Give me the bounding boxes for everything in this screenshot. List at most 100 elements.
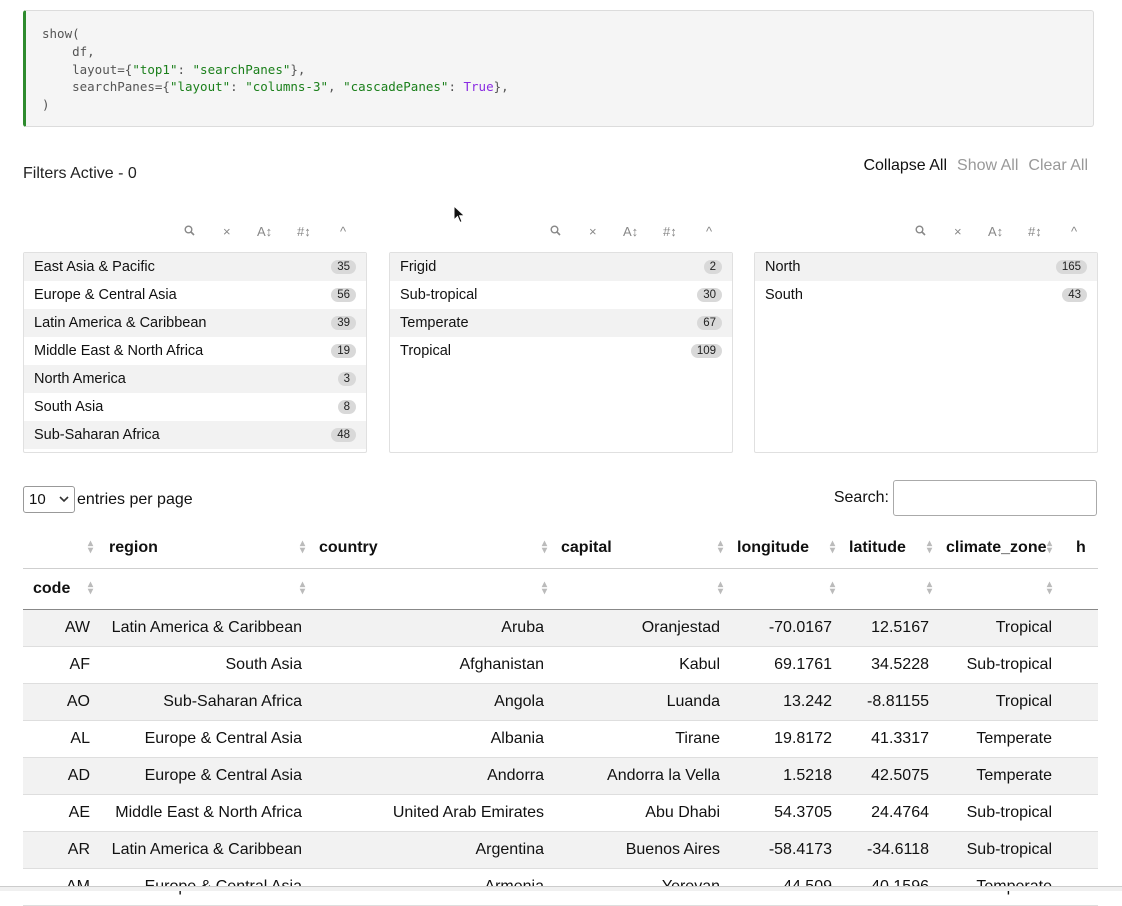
pane-controls: Collapse All Show All Clear All [858, 157, 1093, 175]
pane-option-count-badge: 56 [331, 288, 356, 302]
sort-count-icon[interactable]: #↕ [1028, 224, 1042, 239]
search-icon[interactable] [915, 224, 926, 239]
table-header-row: ▴ ▾ region ▴ ▾ country ▴ ▾ capital ▴ ▾ longitude ▴ ▾ l… [23, 528, 1098, 569]
page-length-value: 10 [29, 491, 46, 508]
clear-icon[interactable]: × [954, 224, 962, 239]
sort-arrows-icon: ▴ ▾ [541, 538, 547, 556]
pane-option[interactable]: Tropical 109 [390, 337, 732, 365]
table-cell: Kabul [679, 656, 720, 673]
column-header-index[interactable]: ▴ ▾ [23, 528, 99, 568]
sort-count-icon[interactable]: #↕ [297, 224, 311, 239]
pane-option-label: South [765, 287, 803, 303]
table-row[interactable]: AW Latin America & Caribbean Aruba Oranjest… [23, 610, 1098, 647]
page-length-select[interactable]: 10 [23, 486, 75, 513]
table-row[interactable]: AR Latin America & Caribbean Argentina Buen… [23, 832, 1098, 869]
column-header-region[interactable]: region ▴ ▾ [99, 528, 311, 568]
pane-option-count-badge: 48 [331, 428, 356, 442]
sort-arrows-icon: ▴ ▾ [299, 579, 305, 597]
search-pane-3: × A↕ #↕ ^ North 165 South 43 [754, 222, 1098, 453]
pane-option[interactable]: South Asia 8 [24, 393, 366, 421]
chevron-down-icon [59, 496, 69, 503]
collapse-all-button[interactable]: Collapse All [858, 157, 952, 175]
table-row[interactable]: AE Middle East & North Africa United Arab … [23, 795, 1098, 832]
pane-options-list: East Asia & Pacific 35 Europe & Central As… [23, 252, 367, 453]
sort-arrows-icon: ▴ ▾ [829, 538, 835, 556]
pane-option[interactable]: East Asia & Pacific 35 [24, 253, 366, 281]
search-icon[interactable] [184, 224, 195, 239]
column-header-climate-zone[interactable]: climate_zone ▴ ▾ [938, 528, 1058, 568]
table-row[interactable]: AO Sub-Saharan Africa Angola Luanda 13.242 -8… [23, 684, 1098, 721]
table-cell: AE [68, 804, 90, 821]
column-header-h[interactable]: h [1058, 528, 1098, 568]
collapse-icon[interactable]: ^ [340, 224, 346, 239]
table-row[interactable]: AD Europe & Central Asia Andorra Andorra la… [23, 758, 1098, 795]
pane-option[interactable]: Temperate 67 [390, 309, 732, 337]
table-cell: 19.8172 [774, 730, 832, 747]
index-header-empty[interactable]: ▴ ▾ [553, 569, 729, 609]
sort-arrows-icon: ▴ ▾ [926, 538, 932, 556]
pane-option[interactable]: South 43 [755, 281, 1097, 309]
table-cell: Sub-tropical [966, 656, 1052, 673]
pane-option-label: Sub-Saharan Africa [34, 427, 160, 443]
column-header-country[interactable]: country ▴ ▾ [311, 528, 553, 568]
pane-option-count-badge: 19 [331, 344, 356, 358]
pane-option-count-badge: 109 [690, 344, 722, 358]
table-row[interactable]: AL Europe & Central Asia Albania Tirane 19.8… [23, 721, 1098, 758]
table-cell: Abu Dhabi [645, 804, 720, 821]
table-cell: 41.3317 [871, 730, 929, 747]
index-header-empty[interactable]: ▴ ▾ [938, 569, 1058, 609]
pane-option[interactable]: Latin America & Caribbean 39 [24, 309, 366, 337]
table-cell: 34.5228 [871, 656, 929, 673]
sort-arrows-icon: ▴ ▾ [1046, 538, 1052, 556]
search-pane-1: × A↕ #↕ ^ East Asia & Pacific 35 Europe & Cent… [23, 222, 367, 453]
table-cell: Angola [494, 693, 544, 710]
pane-option-label: Tropical [400, 343, 452, 359]
search-icon[interactable] [550, 224, 561, 239]
pane-option[interactable]: Sub-tropical 30 [390, 281, 732, 309]
table-row[interactable]: AF South Asia Afghanistan Kabul 69.1761 34.52… [23, 647, 1098, 684]
pane-option[interactable]: North 165 [755, 253, 1097, 281]
filters-active-title: Filters Active - 0 [23, 165, 137, 182]
search-pane-2: × A↕ #↕ ^ Frigid 2 Sub-tropical 30 Temperate 67 Tr… [389, 222, 733, 453]
index-header-empty[interactable]: ▴ ▾ [841, 569, 938, 609]
table-cell: Europe & Central Asia [144, 767, 302, 784]
sort-alpha-icon[interactable]: A↕ [257, 224, 272, 239]
pane-option-count-badge: 35 [331, 260, 356, 274]
pane-option[interactable]: North America 3 [24, 365, 366, 393]
clear-all-button[interactable]: Clear All [1023, 157, 1093, 175]
sort-alpha-icon[interactable]: A↕ [623, 224, 638, 239]
sort-alpha-icon[interactable]: A↕ [988, 224, 1003, 239]
column-header-latitude[interactable]: latitude ▴ ▾ [841, 528, 938, 568]
collapse-icon[interactable]: ^ [706, 224, 712, 239]
index-header-empty[interactable]: ▴ ▾ [99, 569, 311, 609]
clear-icon[interactable]: × [223, 224, 231, 239]
show-all-button[interactable]: Show All [952, 157, 1023, 175]
index-header-empty[interactable]: ▴ ▾ [311, 569, 553, 609]
index-header-empty[interactable]: ▴ ▾ [729, 569, 841, 609]
clear-icon[interactable]: × [589, 224, 597, 239]
table-cell: AD [67, 767, 90, 784]
index-header-code[interactable]: code ▴ ▾ [23, 569, 99, 609]
pane-options-list: Frigid 2 Sub-tropical 30 Temperate 67 Tropical… [389, 252, 733, 453]
table-cell: AF [69, 656, 90, 673]
code-block: show( df, layout={"top1": "searchPanes"}… [23, 10, 1094, 127]
pane-option-count-badge: 2 [703, 260, 722, 274]
column-header-longitude[interactable]: longitude ▴ ▾ [729, 528, 841, 568]
table-cell: South Asia [225, 656, 303, 673]
table-cell: Albania [490, 730, 544, 747]
pane-option[interactable]: Middle East & North Africa 19 [24, 337, 366, 365]
pane-option-count-badge: 3 [337, 372, 356, 386]
table-cell: Andorra la Vella [607, 767, 720, 784]
sort-count-icon[interactable]: #↕ [663, 224, 677, 239]
search-input[interactable] [893, 480, 1097, 516]
table-cell: 13.242 [783, 693, 832, 710]
pane-option[interactable]: Frigid 2 [390, 253, 732, 281]
entries-per-page: 10 entries per page [23, 486, 193, 513]
sort-arrows-icon: ▴ ▾ [541, 579, 547, 597]
table-cell: -34.6118 [867, 841, 929, 858]
collapse-icon[interactable]: ^ [1071, 224, 1077, 239]
column-header-capital[interactable]: capital ▴ ▾ [553, 528, 729, 568]
pane-option-label: Europe & Central Asia [34, 287, 177, 303]
pane-option[interactable]: Europe & Central Asia 56 [24, 281, 366, 309]
pane-option[interactable]: Sub-Saharan Africa 48 [24, 421, 366, 449]
